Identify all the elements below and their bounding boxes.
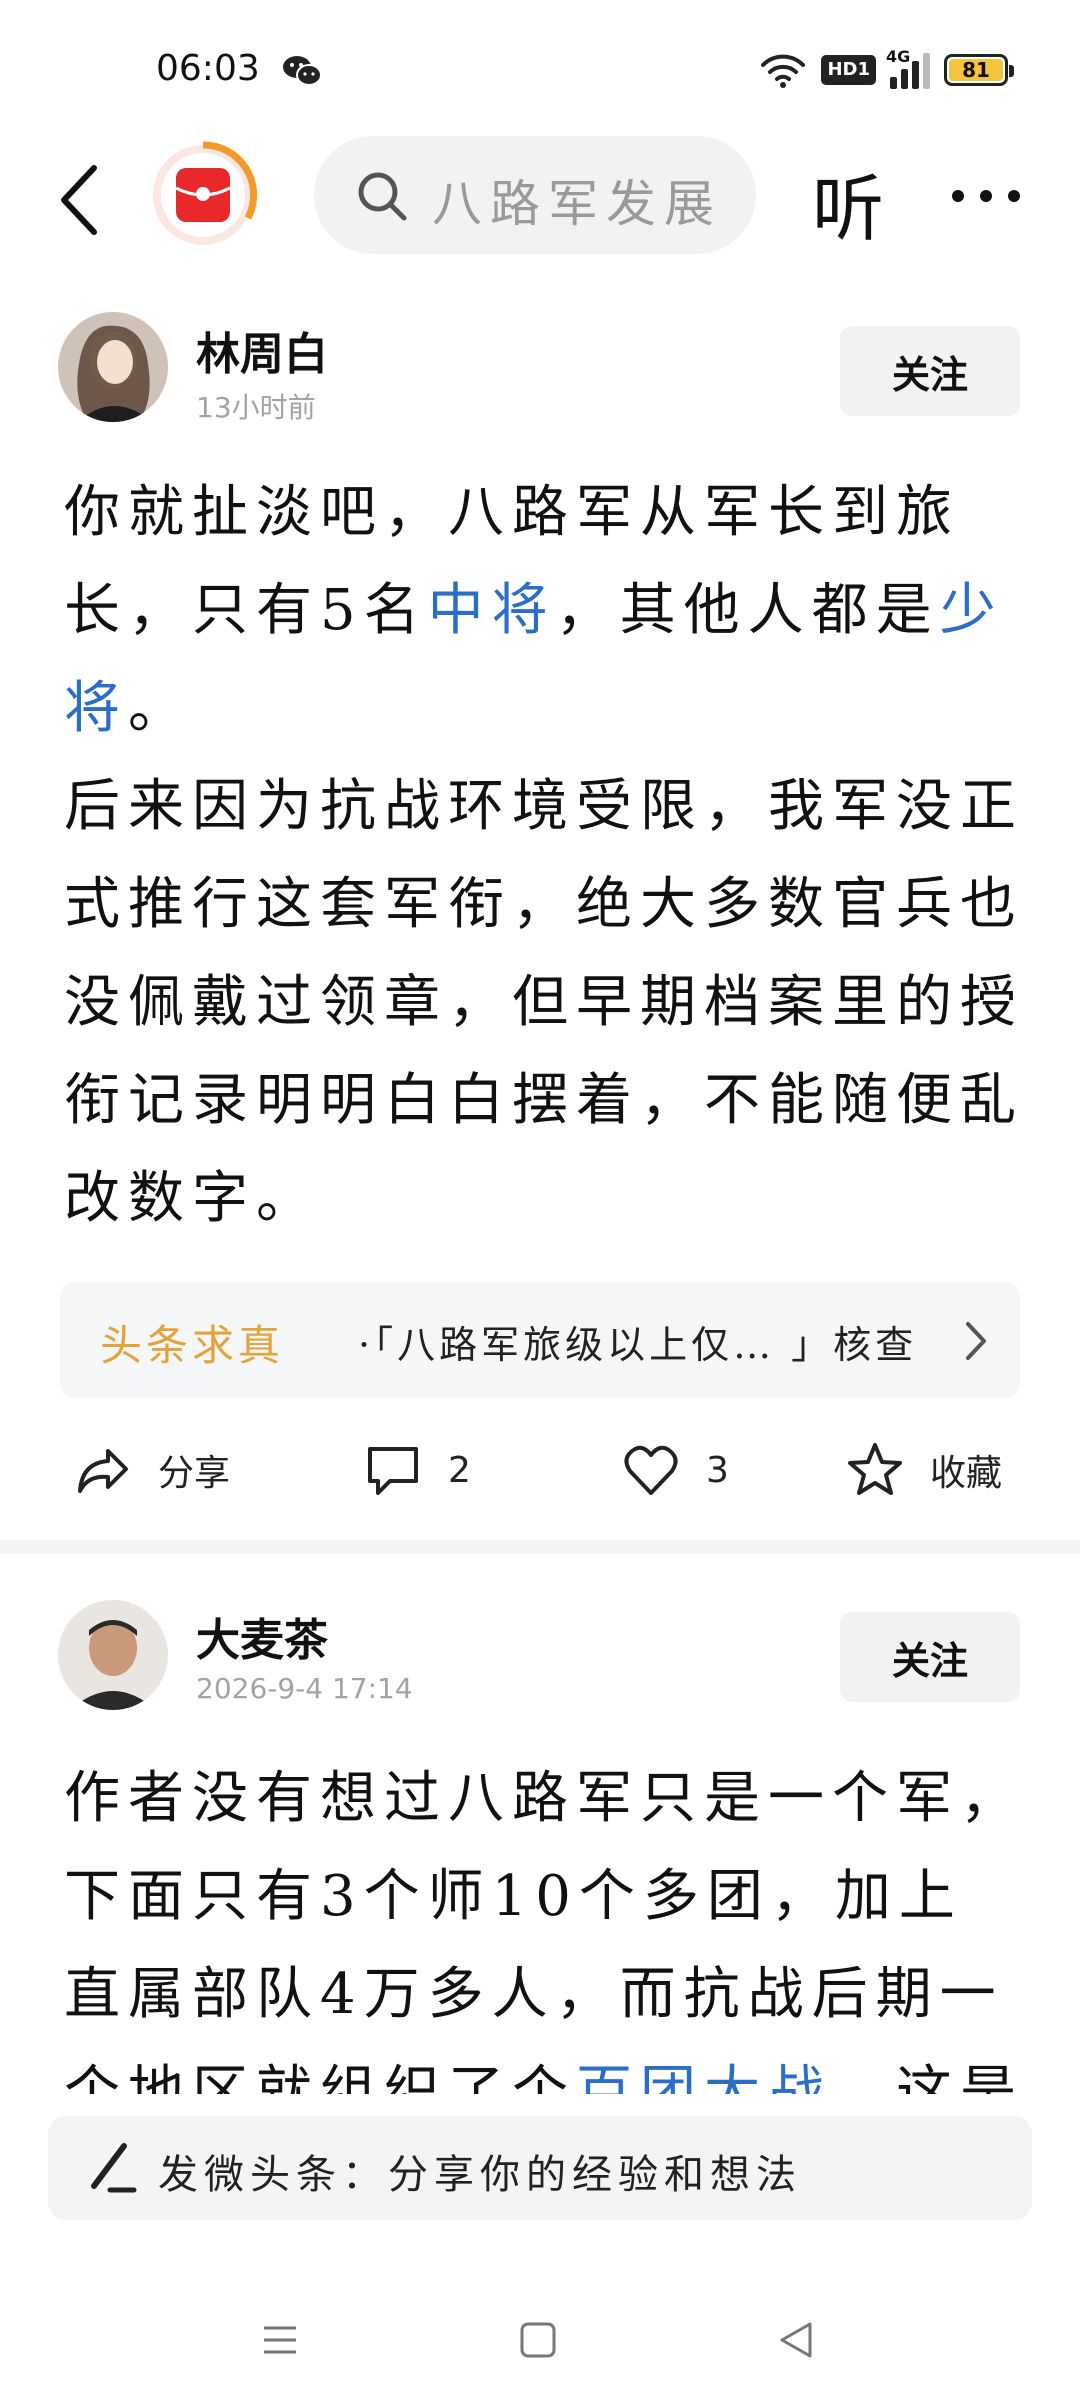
post-2: 大麦茶 2026-9-4 17:14 关注 作者没有想过八路军只是一个军，下面只… bbox=[0, 1554, 1080, 2094]
comment-count: 2 bbox=[448, 1449, 471, 1491]
author-name[interactable]: 大麦茶 bbox=[196, 1604, 328, 1668]
post-composer[interactable]: 发微头条：分享你的经验和想法 bbox=[48, 2116, 1032, 2220]
action-bar: 分享 2 3 收藏 bbox=[0, 1420, 1080, 1520]
post-text: 后来因为抗战环境受限，我军没正式推行这套军衔，绝大多数官兵也没佩戴过领章，但早期… bbox=[64, 774, 1024, 1231]
post-time: 2026-9-4 17:14 bbox=[196, 1672, 413, 1705]
topic-link[interactable]: 百团大战 bbox=[576, 2060, 832, 2094]
system-nav-bar bbox=[0, 2270, 1080, 2400]
favorite-label: 收藏 bbox=[930, 1453, 1003, 1494]
comment-button[interactable]: 2 bbox=[364, 1438, 471, 1502]
like-button[interactable]: 3 bbox=[622, 1438, 729, 1502]
composer-input[interactable]: 发微头条：分享你的经验和想法 bbox=[158, 2142, 802, 2200]
follow-button[interactable]: 关注 bbox=[840, 1612, 1020, 1702]
post-body[interactable]: 你就扯淡吧，八路军从军长到旅长，只有5名中将，其他人都是少将。 后来因为抗战环境… bbox=[64, 464, 1024, 1248]
post-1: 林周白 13小时前 关注 你就扯淡吧，八路军从军长到旅长，只有5名中将，其他人都… bbox=[0, 0, 1080, 1540]
share-button[interactable]: 分享 bbox=[74, 1438, 230, 1502]
back-triangle-icon[interactable] bbox=[766, 2310, 826, 2370]
fact-check-card[interactable]: 头条求真 ·「八路军旅级以上仅… 」核查 bbox=[60, 1282, 1020, 1398]
favorite-button[interactable]: 收藏 bbox=[846, 1438, 1002, 1502]
home-icon[interactable] bbox=[508, 2310, 568, 2370]
share-icon bbox=[78, 1449, 128, 1493]
star-icon bbox=[848, 1443, 902, 1495]
topic-link[interactable]: 中将 bbox=[428, 578, 556, 643]
fact-check-label: 头条求真 bbox=[100, 1321, 285, 1370]
post-text: 作者没有想过八路军只是一个军，下面只有3个师10个多团，加上直属部队4万多人，而… bbox=[64, 1766, 1024, 2094]
post-text: 。 bbox=[128, 676, 192, 741]
post-body[interactable]: 作者没有想过八路军只是一个军，下面只有3个师10个多团，加上直属部队4万多人，而… bbox=[64, 1750, 1024, 2094]
chevron-right-icon bbox=[966, 1322, 986, 1360]
post-text: ，其他人都是 bbox=[555, 578, 940, 643]
follow-button[interactable]: 关注 bbox=[840, 326, 1020, 416]
post-separator bbox=[0, 1540, 1080, 1554]
pen-icon bbox=[91, 2143, 137, 2193]
heart-icon bbox=[624, 1445, 678, 1495]
menu-icon[interactable] bbox=[250, 2310, 310, 2370]
avatar[interactable] bbox=[58, 312, 168, 422]
share-label: 分享 bbox=[158, 1453, 231, 1494]
comment-icon bbox=[368, 1447, 418, 1495]
like-count: 3 bbox=[706, 1449, 729, 1491]
author-name[interactable]: 林周白 bbox=[196, 318, 328, 382]
post-time: 13小时前 bbox=[196, 391, 316, 424]
avatar[interactable] bbox=[58, 1600, 168, 1710]
fact-check-text: ·「八路军旅级以上仅… 」核查 bbox=[358, 1323, 918, 1367]
